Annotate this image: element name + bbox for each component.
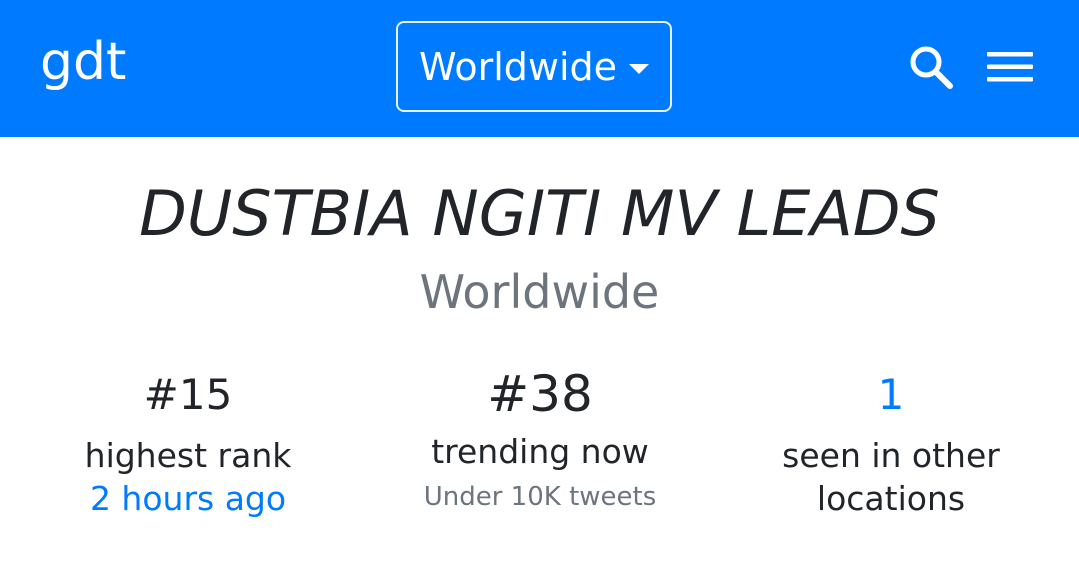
brand-logo-link[interactable]: gdt xyxy=(40,30,126,94)
trending-now-value: #38 xyxy=(487,365,593,423)
stat-trending-now: #38 trending now Under 10K tweets xyxy=(360,365,720,515)
stat-highest-rank: #15 highest rank 2 hours ago xyxy=(8,365,368,520)
other-locations-count-link[interactable]: 1 xyxy=(711,365,1071,425)
location-dropdown-label: Worldwide xyxy=(418,44,618,89)
hamburger-menu-icon xyxy=(987,52,1033,82)
menu-button[interactable] xyxy=(985,42,1035,92)
highest-rank-label: highest rank xyxy=(84,436,292,475)
highest-rank-value: #15 xyxy=(143,370,233,419)
search-button[interactable] xyxy=(906,42,956,92)
top-navbar: gdt Worldwide xyxy=(0,0,1079,137)
stat-other-locations: 1 seen in other locations xyxy=(711,365,1071,520)
trend-title: DUSTBIA NGITI MV LEADS xyxy=(139,177,940,250)
search-icon xyxy=(910,46,953,89)
highest-rank-time-link[interactable]: 2 hours ago xyxy=(8,477,368,520)
trending-now-label: trending now xyxy=(431,432,649,471)
tweet-volume: Under 10K tweets xyxy=(423,482,657,512)
chevron-down-icon xyxy=(629,63,650,74)
location-dropdown[interactable]: Worldwide xyxy=(396,21,672,112)
trend-location: Worldwide xyxy=(419,265,660,319)
other-locations-label: seen in other locations xyxy=(782,436,1000,518)
